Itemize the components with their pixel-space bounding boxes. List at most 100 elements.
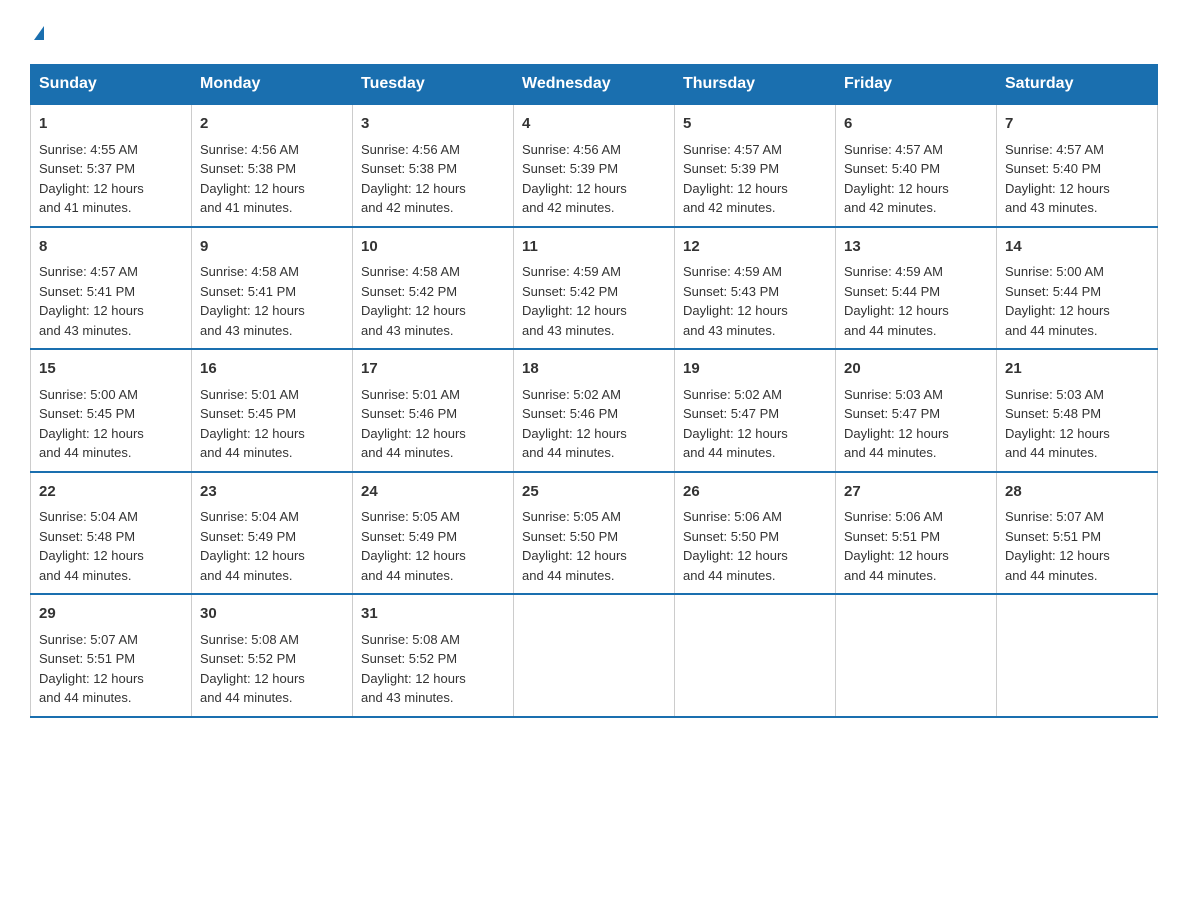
calendar-cell: 29 Sunrise: 5:07 AM Sunset: 5:51 PM Dayl… [31, 594, 192, 717]
day-number: 26 [683, 481, 827, 504]
daylight-detail: and 43 minutes. [361, 690, 454, 705]
sunrise-label: Sunrise: 4:58 AM [361, 264, 460, 279]
sunset-label: Sunset: 5:41 PM [200, 284, 296, 299]
daylight-label: Daylight: 12 hours [522, 181, 627, 196]
sunrise-label: Sunrise: 5:06 AM [844, 509, 943, 524]
daylight-label: Daylight: 12 hours [39, 671, 144, 686]
calendar-week-row: 8 Sunrise: 4:57 AM Sunset: 5:41 PM Dayli… [31, 227, 1158, 350]
day-number: 21 [1005, 358, 1149, 381]
calendar-cell: 21 Sunrise: 5:03 AM Sunset: 5:48 PM Dayl… [997, 349, 1158, 472]
sunrise-label: Sunrise: 4:56 AM [361, 142, 460, 157]
daylight-detail: and 44 minutes. [39, 445, 132, 460]
daylight-detail: and 44 minutes. [522, 445, 615, 460]
daylight-detail: and 44 minutes. [844, 323, 937, 338]
day-number: 3 [361, 113, 505, 136]
calendar-cell: 4 Sunrise: 4:56 AM Sunset: 5:39 PM Dayli… [514, 104, 675, 227]
sunrise-label: Sunrise: 4:58 AM [200, 264, 299, 279]
sunrise-label: Sunrise: 5:00 AM [1005, 264, 1104, 279]
sunset-label: Sunset: 5:47 PM [844, 406, 940, 421]
sunrise-label: Sunrise: 5:05 AM [361, 509, 460, 524]
calendar-table: SundayMondayTuesdayWednesdayThursdayFrid… [30, 64, 1158, 718]
daylight-label: Daylight: 12 hours [1005, 303, 1110, 318]
day-number: 22 [39, 481, 183, 504]
day-number: 6 [844, 113, 988, 136]
calendar-cell: 17 Sunrise: 5:01 AM Sunset: 5:46 PM Dayl… [353, 349, 514, 472]
sunrise-label: Sunrise: 4:57 AM [39, 264, 138, 279]
daylight-label: Daylight: 12 hours [1005, 181, 1110, 196]
sunset-label: Sunset: 5:44 PM [844, 284, 940, 299]
sunset-label: Sunset: 5:52 PM [200, 651, 296, 666]
daylight-detail: and 42 minutes. [361, 200, 454, 215]
day-number: 1 [39, 113, 183, 136]
sunrise-label: Sunrise: 4:56 AM [200, 142, 299, 157]
calendar-cell [997, 594, 1158, 717]
sunset-label: Sunset: 5:42 PM [361, 284, 457, 299]
sunrise-label: Sunrise: 5:05 AM [522, 509, 621, 524]
day-number: 29 [39, 603, 183, 626]
daylight-detail: and 41 minutes. [39, 200, 132, 215]
daylight-detail: and 44 minutes. [522, 568, 615, 583]
daylight-label: Daylight: 12 hours [844, 181, 949, 196]
sunrise-label: Sunrise: 5:03 AM [1005, 387, 1104, 402]
sunset-label: Sunset: 5:37 PM [39, 161, 135, 176]
day-number: 10 [361, 236, 505, 259]
sunset-label: Sunset: 5:39 PM [522, 161, 618, 176]
sunrise-label: Sunrise: 4:59 AM [844, 264, 943, 279]
calendar-cell: 24 Sunrise: 5:05 AM Sunset: 5:49 PM Dayl… [353, 472, 514, 595]
sunset-label: Sunset: 5:44 PM [1005, 284, 1101, 299]
sunrise-label: Sunrise: 5:02 AM [683, 387, 782, 402]
calendar-cell: 7 Sunrise: 4:57 AM Sunset: 5:40 PM Dayli… [997, 104, 1158, 227]
calendar-cell: 10 Sunrise: 4:58 AM Sunset: 5:42 PM Dayl… [353, 227, 514, 350]
sunset-label: Sunset: 5:46 PM [522, 406, 618, 421]
sunset-label: Sunset: 5:51 PM [844, 529, 940, 544]
daylight-detail: and 44 minutes. [844, 568, 937, 583]
day-number: 12 [683, 236, 827, 259]
daylight-label: Daylight: 12 hours [844, 303, 949, 318]
calendar-cell: 22 Sunrise: 5:04 AM Sunset: 5:48 PM Dayl… [31, 472, 192, 595]
daylight-detail: and 44 minutes. [200, 445, 293, 460]
daylight-detail: and 44 minutes. [361, 568, 454, 583]
daylight-detail: and 43 minutes. [683, 323, 776, 338]
sunrise-label: Sunrise: 4:57 AM [1005, 142, 1104, 157]
calendar-cell: 25 Sunrise: 5:05 AM Sunset: 5:50 PM Dayl… [514, 472, 675, 595]
calendar-cell: 3 Sunrise: 4:56 AM Sunset: 5:38 PM Dayli… [353, 104, 514, 227]
daylight-label: Daylight: 12 hours [361, 548, 466, 563]
calendar-day-header: Tuesday [353, 65, 514, 105]
logo-triangle-icon [34, 26, 44, 40]
day-number: 30 [200, 603, 344, 626]
daylight-detail: and 41 minutes. [200, 200, 293, 215]
sunrise-label: Sunrise: 5:07 AM [39, 632, 138, 647]
daylight-label: Daylight: 12 hours [361, 426, 466, 441]
day-number: 2 [200, 113, 344, 136]
sunset-label: Sunset: 5:48 PM [39, 529, 135, 544]
daylight-label: Daylight: 12 hours [1005, 548, 1110, 563]
calendar-header-row: SundayMondayTuesdayWednesdayThursdayFrid… [31, 65, 1158, 105]
daylight-label: Daylight: 12 hours [683, 548, 788, 563]
daylight-detail: and 43 minutes. [39, 323, 132, 338]
day-number: 24 [361, 481, 505, 504]
calendar-week-row: 15 Sunrise: 5:00 AM Sunset: 5:45 PM Dayl… [31, 349, 1158, 472]
daylight-label: Daylight: 12 hours [39, 303, 144, 318]
daylight-label: Daylight: 12 hours [361, 181, 466, 196]
sunset-label: Sunset: 5:39 PM [683, 161, 779, 176]
day-number: 14 [1005, 236, 1149, 259]
daylight-label: Daylight: 12 hours [522, 426, 627, 441]
day-number: 11 [522, 236, 666, 259]
calendar-day-header: Friday [836, 65, 997, 105]
calendar-cell: 30 Sunrise: 5:08 AM Sunset: 5:52 PM Dayl… [192, 594, 353, 717]
daylight-detail: and 44 minutes. [361, 445, 454, 460]
daylight-label: Daylight: 12 hours [1005, 426, 1110, 441]
sunrise-label: Sunrise: 5:01 AM [361, 387, 460, 402]
daylight-label: Daylight: 12 hours [522, 548, 627, 563]
sunset-label: Sunset: 5:51 PM [1005, 529, 1101, 544]
calendar-cell: 27 Sunrise: 5:06 AM Sunset: 5:51 PM Dayl… [836, 472, 997, 595]
sunset-label: Sunset: 5:46 PM [361, 406, 457, 421]
calendar-cell [514, 594, 675, 717]
sunrise-label: Sunrise: 5:04 AM [200, 509, 299, 524]
sunrise-label: Sunrise: 4:57 AM [844, 142, 943, 157]
calendar-cell: 9 Sunrise: 4:58 AM Sunset: 5:41 PM Dayli… [192, 227, 353, 350]
daylight-detail: and 44 minutes. [683, 568, 776, 583]
calendar-day-header: Saturday [997, 65, 1158, 105]
calendar-day-header: Wednesday [514, 65, 675, 105]
daylight-label: Daylight: 12 hours [361, 671, 466, 686]
